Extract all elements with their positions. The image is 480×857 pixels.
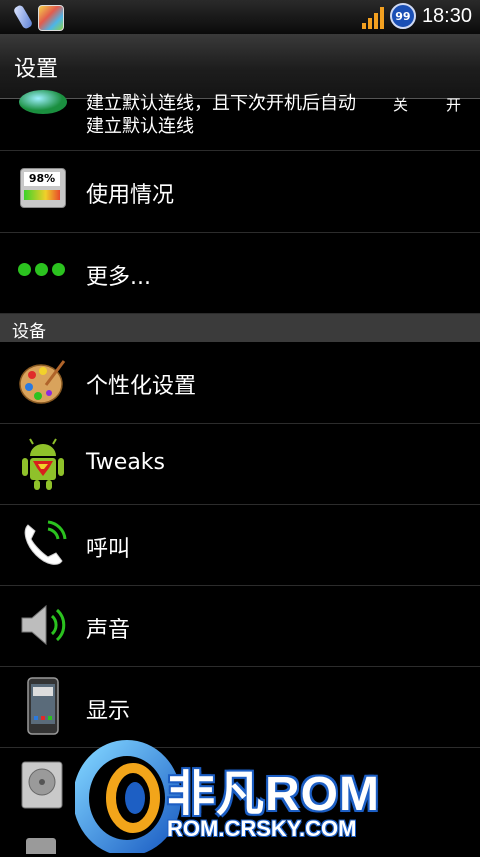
page-title: 设置 bbox=[14, 57, 59, 82]
palette-icon bbox=[19, 360, 66, 404]
android-superman-icon bbox=[22, 438, 64, 490]
battery-icon-partial bbox=[26, 838, 56, 854]
toggle-on-label[interactable]: 开 bbox=[446, 94, 461, 115]
phone-icon bbox=[24, 520, 67, 565]
watermark-url: ROM.CRSKY.COM bbox=[167, 816, 357, 841]
more-dots-icon bbox=[18, 263, 68, 283]
sound-row[interactable]: 声音 bbox=[0, 586, 480, 667]
status-bar: 99 18:30 bbox=[0, 0, 480, 34]
mobile-network-description: 建立默认连线，且下次开机后自动建立默认连线 bbox=[86, 93, 356, 137]
usage-row[interactable]: 98% 使用情况 bbox=[0, 151, 480, 233]
personalize-label: 个性化设置 bbox=[86, 374, 197, 399]
display-row[interactable]: 显示 bbox=[0, 667, 480, 748]
toggle-off-label[interactable]: 关 bbox=[393, 94, 408, 115]
more-row[interactable]: 更多... bbox=[0, 233, 480, 314]
section-header-device: 设备 bbox=[0, 314, 480, 342]
globe-icon bbox=[19, 90, 67, 114]
tweaks-row[interactable]: Tweaks bbox=[0, 424, 480, 505]
speaker-icon bbox=[21, 604, 66, 646]
call-label: 呼叫 bbox=[86, 537, 131, 562]
watermark-logo: 非凡ROM ROM.CRSKY.COM bbox=[73, 740, 420, 856]
usb-icon bbox=[12, 4, 34, 30]
sound-label: 声音 bbox=[86, 618, 131, 643]
battery-usage-icon: 98% bbox=[18, 166, 66, 214]
display-label: 显示 bbox=[86, 699, 131, 724]
clock: 18:30 bbox=[421, 4, 472, 27]
watermark-brand: 非凡ROM bbox=[167, 768, 380, 821]
mobile-network-row[interactable]: 建立默认连线，且下次开机后自动建立默认连线 关 开 bbox=[0, 88, 480, 151]
phone-display-icon bbox=[27, 677, 59, 735]
more-label: 更多... bbox=[86, 265, 151, 290]
usage-label: 使用情况 bbox=[86, 183, 175, 208]
storage-icon bbox=[21, 761, 63, 809]
badge-icon: 99 bbox=[389, 3, 416, 29]
personalize-row[interactable]: 个性化设置 bbox=[0, 342, 480, 424]
battery-percent: 98% bbox=[24, 172, 60, 186]
tweaks-label: Tweaks bbox=[86, 450, 166, 475]
app-notification-icon[interactable] bbox=[38, 5, 64, 31]
signal-strength-icon bbox=[361, 3, 384, 29]
section-header-label: 设备 bbox=[12, 322, 46, 342]
call-row[interactable]: 呼叫 bbox=[0, 505, 480, 586]
